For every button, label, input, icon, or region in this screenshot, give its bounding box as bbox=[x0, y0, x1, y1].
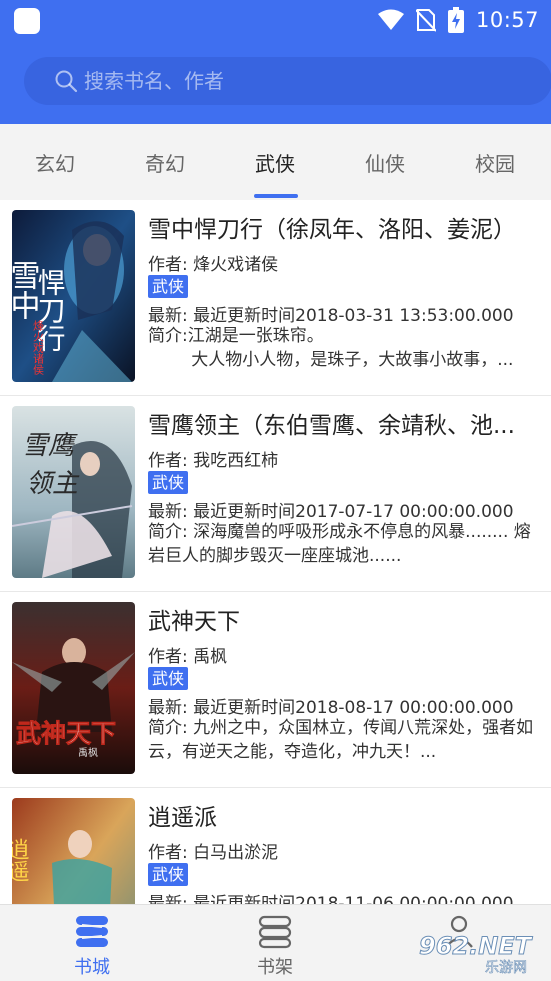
nav-bookstore[interactable]: 书城 bbox=[47, 913, 137, 979]
status-bar: 10:57 bbox=[0, 0, 551, 40]
book-author: 作者: 白马出淤泥 bbox=[148, 843, 279, 863]
nav-bookshelf[interactable]: 书架 bbox=[230, 913, 320, 979]
book-cover: 雪中 悍刀行 烽火戏诸侯 bbox=[12, 210, 135, 382]
book-intro: 简介: 九州之中，众国林立，传闻八荒深处，强者如云，有逆天之能，夺造化，冲九天！… bbox=[148, 718, 534, 762]
book-list[interactable]: 雪中 悍刀行 烽火戏诸侯 雪中悍刀行（徐凤年、洛阳、姜泥） 作者: 烽火戏诸侯 … bbox=[0, 200, 551, 904]
battery-charging-icon bbox=[447, 7, 464, 33]
book-author: 作者: 烽火戏诸侯 bbox=[148, 255, 279, 275]
search-input[interactable] bbox=[84, 69, 504, 93]
book-update: 最新: 最近更新时间2018-03-31 13:53:00.000 bbox=[148, 306, 514, 326]
cover-author-text: 烽火戏诸侯 bbox=[32, 320, 45, 376]
app-notification-icon bbox=[14, 8, 40, 34]
book-title: 雪中悍刀行（徐凤年、洛阳、姜泥） bbox=[148, 217, 516, 243]
no-sim-icon bbox=[415, 9, 436, 32]
status-time: 10:57 bbox=[475, 8, 539, 32]
book-update: 最新: 最近更新时间2018-11-06 00:00:00.000 bbox=[148, 894, 514, 904]
genre-tag: 武侠 bbox=[148, 471, 189, 494]
tab-wuxia[interactable]: 武侠 bbox=[230, 148, 320, 177]
book-title: 雪鹰领主（东伯雪鹰、余靖秋、池... bbox=[148, 413, 515, 439]
book-intro: 简介:江湖是一张珠帘。 大人物小人物，是珠子，大故事小故事，... bbox=[148, 326, 514, 370]
wifi-icon bbox=[377, 9, 404, 30]
tab-xianxia[interactable]: 仙侠 bbox=[340, 148, 430, 177]
watermark-text: 962.NET bbox=[419, 932, 533, 960]
site-watermark: 962.NET 乐游网 bbox=[411, 928, 545, 977]
tab-xiaoyuan[interactable]: 校园 bbox=[450, 148, 540, 177]
nav-label: 书架 bbox=[257, 957, 293, 978]
book-item[interactable]: 雪中 悍刀行 烽火戏诸侯 雪中悍刀行（徐凤年、洛阳、姜泥） 作者: 烽火戏诸侯 … bbox=[0, 200, 551, 396]
active-tab-indicator bbox=[254, 194, 298, 198]
watermark-sub: 乐游网 bbox=[485, 960, 527, 976]
genre-tag: 武侠 bbox=[148, 863, 189, 886]
app-header: 10:57 bbox=[0, 0, 551, 124]
book-cover: 武神天下 禹枫 bbox=[12, 602, 135, 774]
book-update: 最新: 最近更新时间2017-07-17 00:00:00.000 bbox=[148, 502, 514, 522]
book-title: 武神天下 bbox=[148, 609, 240, 635]
book-cover: 雪鹰 领主 bbox=[12, 406, 135, 578]
bookshelf-icon bbox=[258, 915, 292, 949]
book-cover: 逍遥 bbox=[12, 798, 135, 904]
tab-qihuan[interactable]: 奇幻 bbox=[120, 148, 210, 177]
category-tabs: 玄幻 奇幻 武侠 仙侠 校园 bbox=[0, 124, 551, 200]
tab-xuanhuan[interactable]: 玄幻 bbox=[10, 148, 100, 177]
cover-title-text: 武神天下 bbox=[16, 719, 116, 748]
cover-title-text: 雪鹰 bbox=[22, 431, 78, 461]
book-update: 最新: 最近更新时间2018-08-17 00:00:00.000 bbox=[148, 698, 514, 718]
bookstore-icon bbox=[76, 916, 108, 947]
search-bar[interactable] bbox=[24, 57, 551, 105]
book-item[interactable]: 雪鹰 领主 雪鹰领主（东伯雪鹰、余靖秋、池... 作者: 我吃西红柿 武侠 最新… bbox=[0, 396, 551, 592]
book-author: 作者: 禹枫 bbox=[148, 647, 228, 667]
book-item[interactable]: 逍遥 逍遥派 作者: 白马出淤泥 武侠 最新: 最近更新时间2018-11-06… bbox=[0, 788, 551, 904]
nav-label: 书城 bbox=[74, 957, 110, 978]
genre-tag: 武侠 bbox=[148, 275, 189, 298]
cover-author-text: 禹枫 bbox=[78, 746, 98, 759]
cover-title-text: 领主 bbox=[26, 469, 80, 499]
cover-title-text: 逍遥 bbox=[12, 838, 30, 882]
genre-tag: 武侠 bbox=[148, 667, 189, 690]
book-intro: 简介: 深海魔兽的呼吸形成永不停息的风暴........ 熔岩巨人的脚步毁灭一座… bbox=[148, 522, 531, 566]
search-icon bbox=[55, 70, 78, 93]
book-author: 作者: 我吃西红柿 bbox=[148, 451, 279, 471]
book-item[interactable]: 武神天下 禹枫 武神天下 作者: 禹枫 武侠 最新: 最近更新时间2018-08… bbox=[0, 592, 551, 788]
book-title: 逍遥派 bbox=[148, 805, 217, 831]
status-icons: 10:57 bbox=[377, 6, 539, 34]
